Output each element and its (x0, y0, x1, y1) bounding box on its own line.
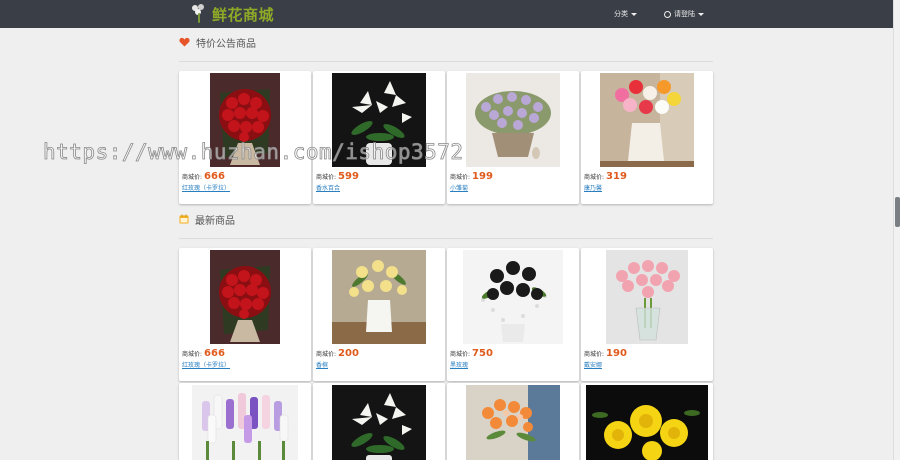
product-card[interactable] (313, 383, 445, 460)
product-image-chrysanthemum[interactable] (586, 385, 708, 460)
product-card[interactable] (179, 383, 311, 460)
product-image-daisy[interactable] (466, 73, 560, 167)
product-card[interactable] (447, 383, 579, 460)
product-image-red-rose[interactable] (210, 73, 280, 167)
category-label: 分类 (614, 10, 628, 18)
price-label: 商城价: (182, 351, 203, 358)
product-card[interactable] (581, 383, 713, 460)
divider (179, 61, 713, 62)
price-value: 200 (338, 348, 359, 359)
product-card[interactable]: 商城价: 319 康乃馨 (581, 71, 713, 204)
product-image-alstroemeria[interactable] (466, 385, 560, 460)
top-navbar: 鲜花商城 分类 请登陆 (0, 0, 893, 28)
product-image-hyacinth[interactable] (192, 385, 298, 460)
product-name-link[interactable]: 小雏菊 (450, 183, 468, 192)
product-name-link[interactable]: 康乃馨 (584, 183, 602, 192)
chevron-down-icon (698, 12, 704, 16)
price-label: 商城价: (584, 351, 605, 358)
divider (179, 238, 713, 239)
price-label: 商城价: (450, 174, 471, 181)
price-label: 商城价: (584, 174, 605, 181)
site-logo[interactable]: 鲜花商城 (190, 3, 274, 25)
login-label: 请登陆 (674, 10, 695, 18)
price-line: 商城价: 190 (584, 348, 627, 359)
product-card[interactable]: 商城价: 666 红玫瑰（卡罗拉） (179, 71, 311, 204)
price-value: 750 (472, 348, 493, 359)
login-dropdown[interactable]: 请登陆 (664, 0, 704, 28)
product-name-link[interactable]: 香槟 (316, 360, 328, 369)
price-value: 666 (204, 348, 225, 359)
product-image-champagne-rose[interactable] (332, 250, 426, 344)
product-name-link[interactable]: 红玫瑰（卡罗拉） (182, 183, 230, 192)
heart-icon (179, 37, 190, 47)
product-name-link[interactable]: 香水百合 (316, 183, 340, 192)
price-value: 199 (472, 171, 493, 182)
chevron-down-icon (631, 12, 637, 16)
product-name-link[interactable]: 红玫瑰（卡罗拉） (182, 360, 230, 369)
product-image-black-rose[interactable] (463, 250, 563, 344)
price-value: 319 (606, 171, 627, 182)
price-line: 商城价: 200 (316, 348, 359, 359)
price-label: 商城价: (182, 174, 203, 181)
price-line: 商城价: 750 (450, 348, 493, 359)
product-card[interactable]: 商城价: 599 香水百合 (313, 71, 445, 204)
product-card[interactable]: 商城价: 750 黑玫瑰 (447, 248, 579, 381)
price-value: 666 (204, 171, 225, 182)
product-card[interactable]: 商城价: 190 戴安娜 (581, 248, 713, 381)
category-dropdown[interactable]: 分类 (614, 0, 637, 28)
product-image-lily[interactable] (332, 73, 426, 167)
user-icon (664, 10, 671, 18)
price-line: 商城价: 666 (182, 171, 225, 182)
price-value: 190 (606, 348, 627, 359)
product-image-pink-rose[interactable] (606, 250, 688, 344)
product-image-lily[interactable] (332, 385, 426, 460)
flower-logo-icon (190, 4, 208, 24)
product-card[interactable]: 商城价: 200 香槟 (313, 248, 445, 381)
section-header-latest: 最新商品 (179, 209, 713, 229)
scrollbar-thumb[interactable] (895, 197, 900, 227)
product-card[interactable]: 商城价: 199 小雏菊 (447, 71, 579, 204)
product-image-red-rose[interactable] (210, 250, 280, 344)
product-name-link[interactable]: 黑玫瑰 (450, 360, 468, 369)
price-label: 商城价: (316, 174, 337, 181)
price-line: 商城价: 599 (316, 171, 359, 182)
price-value: 599 (338, 171, 359, 182)
price-label: 商城价: (450, 351, 471, 358)
product-image-carnation[interactable] (600, 73, 694, 167)
price-line: 商城价: 666 (182, 348, 225, 359)
page-scrollbar[interactable] (893, 0, 900, 460)
product-card[interactable]: 商城价: 666 红玫瑰（卡罗拉） (179, 248, 311, 381)
section-title: 最新商品 (195, 215, 235, 227)
logo-text: 鲜花商城 (212, 5, 275, 24)
price-line: 商城价: 199 (450, 171, 493, 182)
calendar-icon (179, 214, 189, 224)
product-name-link[interactable]: 戴安娜 (584, 360, 602, 369)
price-label: 商城价: (316, 351, 337, 358)
section-header-specials: 特价公告商品 (179, 32, 713, 52)
price-line: 商城价: 319 (584, 171, 627, 182)
section-title: 特价公告商品 (196, 38, 256, 50)
